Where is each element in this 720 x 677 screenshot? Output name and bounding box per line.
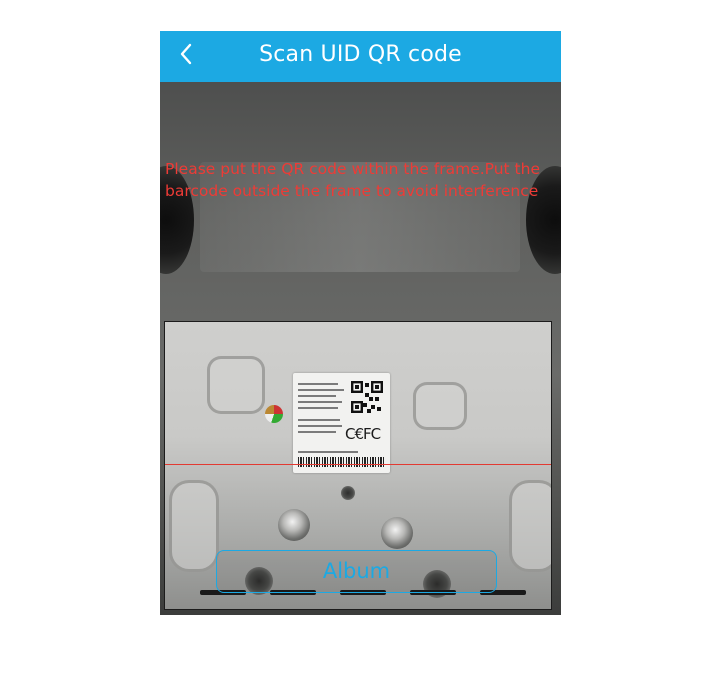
album-button[interactable]: Album <box>216 550 497 593</box>
header-bar: Scan UID QR code <box>160 31 561 82</box>
device-screw <box>381 517 413 549</box>
device-slot <box>207 356 265 414</box>
device-sticker <box>265 405 283 423</box>
ce-fcc-mark-icon: C€FC <box>345 425 381 443</box>
qr-code-icon <box>351 381 383 413</box>
device-slot <box>509 480 551 572</box>
device-screw <box>278 509 310 541</box>
scan-hint-text: Please put the QR code within the frame.… <box>165 160 540 200</box>
camera-preview: C€FC Please put the QR code within the f… <box>160 82 561 615</box>
page-title: Scan UID QR code <box>259 42 462 67</box>
barcode-icon <box>298 457 384 467</box>
device-slot <box>413 382 467 430</box>
app-screen: C€FC Please put the QR code within the f… <box>160 31 561 615</box>
device-slot <box>169 480 219 572</box>
device-pit <box>341 486 355 500</box>
device-uid-label: C€FC <box>293 373 390 473</box>
scan-line <box>165 464 551 465</box>
